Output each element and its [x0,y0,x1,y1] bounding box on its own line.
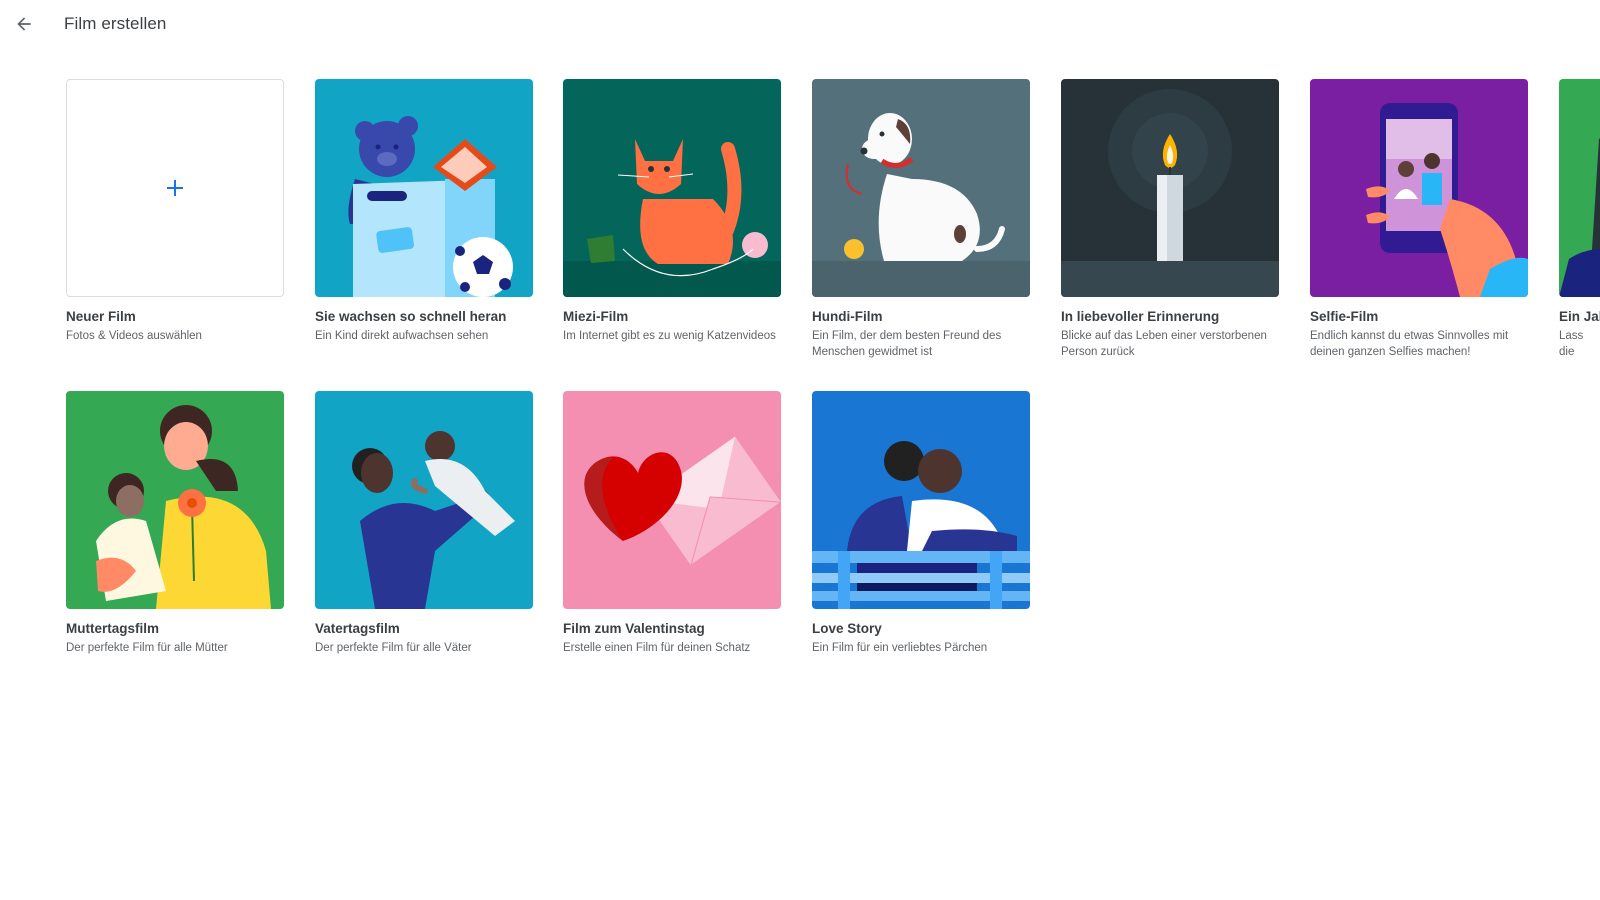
theme-card-cat[interactable]: Miezi-Film Im Internet gibt es zu wenig … [563,79,781,344]
candle-illustration[interactable] [1061,79,1279,297]
cat-illustration[interactable] [563,79,781,297]
card-title: Neuer Film [66,309,136,324]
fathers-day-illustration[interactable] [315,391,533,609]
card-subtitle: Endlich kannst du etwas Sinnvolles mit d… [1310,330,1509,358]
theme-card-selfie[interactable]: Selfie-Film Endlich kannst du etwas Sinn… [1310,79,1528,360]
dog-illustration[interactable] [812,79,1030,297]
card-subtitle: Ein Film für ein verliebtes Pärchen [812,642,988,654]
card-subtitle: Ein Kind direkt aufwachsen sehen [315,330,489,342]
card-title: Hundi-Film [812,309,883,324]
page-title: Film erstellen [64,14,167,33]
card-subtitle: Blicke auf das Leben einer verstorbenen … [1061,330,1267,358]
card-subtitle: Der perfekte Film für alle Mütter [66,642,228,654]
top-bar: Film erstellen [0,0,1600,50]
card-subtitle: Lass die [1559,330,1584,358]
card-title: Love Story [812,621,882,636]
card-title: Miezi-Film [563,309,629,324]
card-title: Sie wachsen so schnell heran [315,309,507,324]
back-button[interactable] [10,10,38,38]
card-subtitle: Erstelle einen Film für deinen Schatz [563,642,751,654]
theme-card-growing-up[interactable]: Sie wachsen so schnell heran Ein Kind di… [315,79,533,344]
year-faces-illustration[interactable] [1559,79,1600,297]
card-title: Muttertagsfilm [66,621,160,636]
theme-card-year-in-faces[interactable]: Ein Jah Gesich Lass die [1559,79,1600,360]
theme-card-mothers-day[interactable]: Muttertagsfilm Der perfekte Film für all… [66,391,284,656]
card-subtitle: Der perfekte Film für alle Väter [315,642,472,654]
selfie-illustration[interactable] [1310,79,1528,297]
card-title: In liebevoller Erinnerung [1061,309,1220,324]
theme-card-dog[interactable]: Hundi-Film Ein Film, der dem besten Freu… [812,79,1030,360]
theme-card-memorial[interactable]: In liebevoller Erinnerung Blicke auf das… [1061,79,1279,360]
new-movie-thumbnail[interactable] [66,79,284,297]
love-story-illustration[interactable] [812,391,1030,609]
plus-icon [167,180,183,196]
valentines-illustration[interactable] [563,391,781,609]
card-subtitle: Fotos & Videos auswählen [66,330,202,342]
theme-card-fathers-day[interactable]: Vatertagsfilm Der perfekte Film für alle… [315,391,533,656]
card-title: Ein Jah Gesich [1559,309,1600,324]
growing-up-illustration[interactable] [315,79,533,297]
new-movie-card[interactable]: Neuer Film Fotos & Videos auswählen [66,79,284,344]
theme-card-love-story[interactable]: Love Story Ein Film für ein verliebtes P… [812,391,1030,656]
mothers-day-illustration[interactable] [66,391,284,609]
card-title: Vatertagsfilm [315,621,400,636]
arrow-back-icon [17,17,31,31]
card-title: Selfie-Film [1310,309,1379,324]
card-title: Film zum Valentinstag [563,621,705,636]
card-subtitle: Im Internet gibt es zu wenig Katzenvideo… [563,330,776,342]
theme-card-valentines[interactable]: Film zum Valentinstag Erstelle einen Fil… [563,391,781,656]
card-subtitle: Ein Film, der dem besten Freund des Mens… [812,330,1002,358]
